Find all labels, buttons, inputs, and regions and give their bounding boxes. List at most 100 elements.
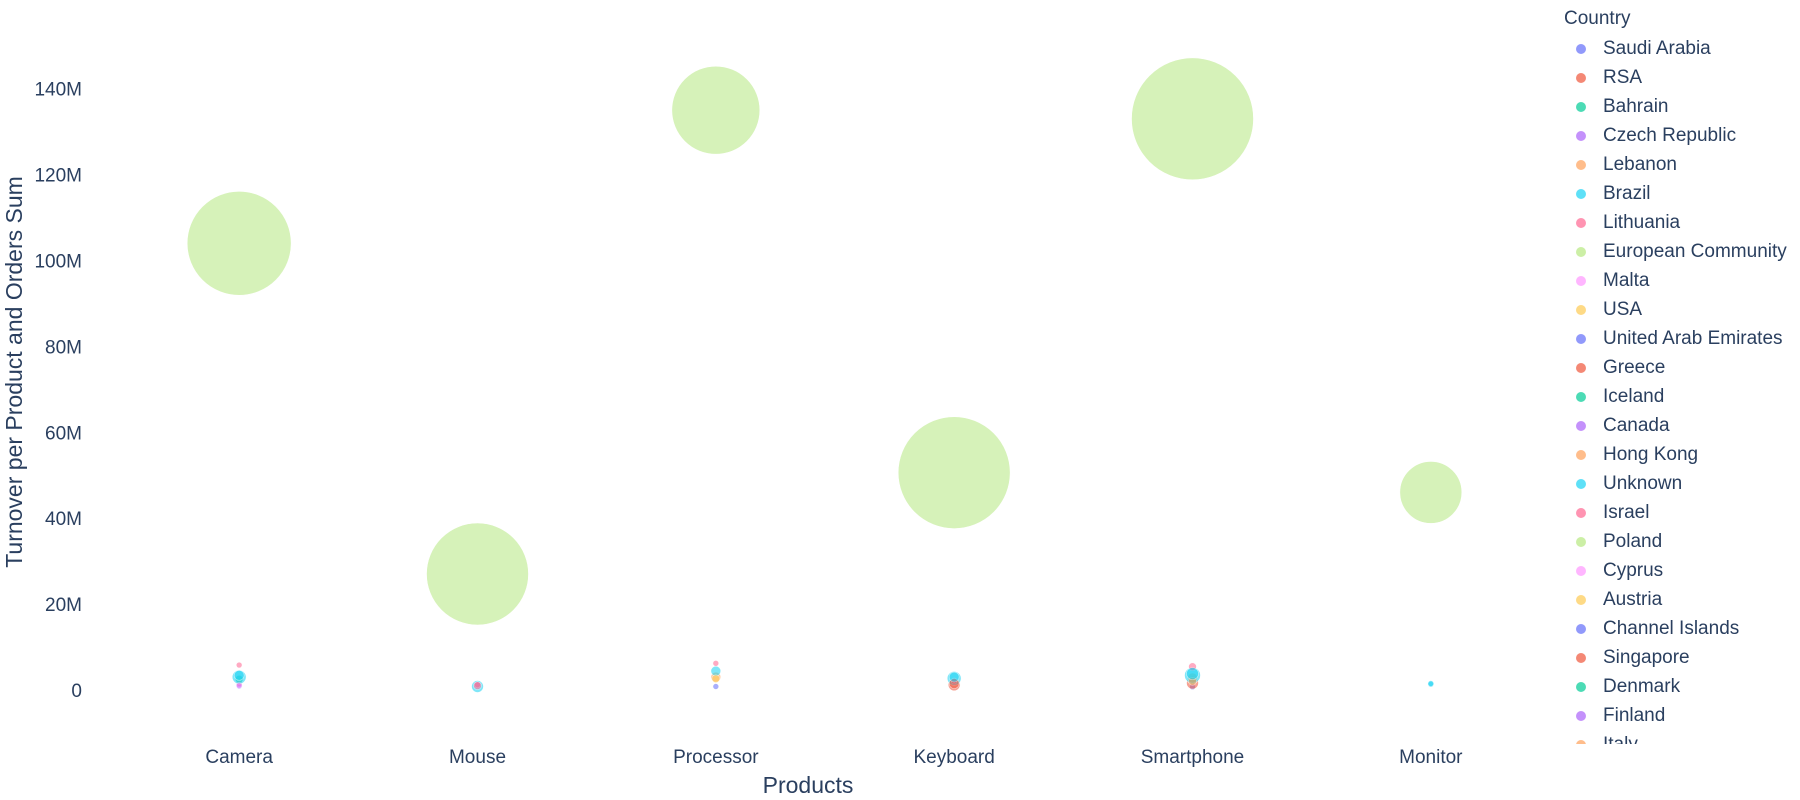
y-tick-label: 100M [34, 251, 82, 272]
legend-item[interactable]: Bahrain [1562, 92, 1800, 121]
legend-label: Israel [1603, 501, 1650, 523]
bubble-point[interactable] [426, 522, 529, 626]
x-tick-label: Keyboard [913, 747, 994, 768]
y-axis-ticks: 0 20M 40M 60M 80M 100M 120M 140M [34, 80, 82, 702]
legend-label: Cyprus [1603, 559, 1664, 581]
y-tick-label: 60M [45, 423, 82, 444]
legend-label: Saudi Arabia [1603, 37, 1711, 59]
legend-item[interactable]: USA [1562, 295, 1800, 324]
y-axis-title: Turnover per Product and Orders Sum [1, 176, 27, 568]
legend-label: Malta [1603, 269, 1650, 291]
legend-item[interactable]: Finland [1562, 701, 1800, 730]
bubble-point[interactable] [948, 671, 960, 683]
y-tick-label: 20M [45, 595, 82, 616]
legend-marker-icon [1576, 623, 1586, 634]
legend: Country Saudi Arabia RSA Bahrain Czech Repu… [1562, 4, 1800, 744]
legend-label: Poland [1603, 530, 1663, 552]
bubble-point[interactable] [1427, 680, 1435, 687]
legend-marker-icon [1576, 333, 1586, 344]
legend-label: Unknown [1603, 472, 1683, 494]
legend-item[interactable]: Israel [1562, 498, 1800, 527]
x-tick-label: Processor [673, 747, 759, 768]
legend-item[interactable]: Greece [1562, 353, 1800, 382]
legend-marker-icon [1576, 159, 1586, 170]
bubble-point[interactable] [1399, 461, 1463, 524]
legend-label: United Arab Emirates [1603, 327, 1783, 349]
legend-item[interactable]: Saudi Arabia [1562, 34, 1800, 63]
legend-marker-icon [1576, 420, 1586, 431]
legend-marker-icon [1576, 72, 1586, 83]
bubble-point[interactable] [897, 416, 1011, 529]
legend-label: Czech Republic [1603, 124, 1737, 146]
legend-item[interactable]: Hong Kong [1562, 440, 1800, 469]
legend-item[interactable]: Italy [1562, 730, 1800, 744]
legend-item[interactable]: Denmark [1562, 672, 1800, 701]
bubble-point[interactable] [712, 683, 720, 690]
legend-label: Denmark [1603, 675, 1681, 697]
legend-item[interactable]: Cyprus [1562, 556, 1800, 585]
legend-label: Greece [1603, 356, 1666, 378]
bubble-point[interactable] [712, 660, 720, 667]
legend-item[interactable]: RSA [1562, 63, 1800, 92]
bubble-point[interactable] [235, 682, 243, 689]
legend-label: Channel Islands [1603, 617, 1740, 639]
legend-marker-icon [1576, 449, 1586, 460]
x-tick-label: Camera [205, 747, 273, 768]
legend-item[interactable]: Unknown [1562, 469, 1800, 498]
legend-marker-icon [1576, 507, 1586, 518]
legend-item[interactable]: Canada [1562, 411, 1800, 440]
legend-label: Italy [1603, 733, 1638, 745]
legend-item[interactable]: Poland [1562, 527, 1800, 556]
legend-marker-icon [1576, 246, 1586, 257]
legend-marker-icon [1576, 710, 1586, 721]
legend-marker-icon [1576, 43, 1586, 54]
legend-title: Country [1564, 8, 1631, 29]
legend-item[interactable]: United Arab Emirates [1562, 324, 1800, 353]
legend-marker-icon [1576, 188, 1586, 199]
bubble-point[interactable] [233, 670, 245, 681]
legend-label: Iceland [1603, 385, 1665, 407]
bubble-point[interactable] [235, 661, 243, 669]
x-axis-title: Products [763, 772, 854, 798]
bubble-point[interactable] [671, 65, 761, 155]
legend-marker-icon [1576, 681, 1586, 692]
bubble-point[interactable] [1131, 57, 1254, 181]
bubble-point[interactable] [711, 674, 721, 684]
legend-item[interactable]: European Community [1562, 237, 1800, 266]
legend-label: Hong Kong [1603, 443, 1699, 465]
legend-marker-icon [1576, 101, 1586, 112]
legend-item[interactable]: Brazil [1562, 179, 1800, 208]
legend-label: RSA [1603, 66, 1643, 88]
legend-item[interactable]: Channel Islands [1562, 614, 1800, 643]
legend-marker-icon [1576, 536, 1586, 547]
legend-label: Lithuania [1603, 211, 1681, 233]
x-tick-label: Monitor [1399, 747, 1463, 768]
legend-item[interactable]: Austria [1562, 585, 1800, 614]
legend-label: Finland [1603, 704, 1666, 726]
legend-label: Brazil [1603, 182, 1651, 204]
bubble-chart: 0 20M 40M 60M 80M 100M 120M 140M Camera Mouse Pro… [1, 57, 1463, 798]
legend-marker-icon [1576, 391, 1586, 402]
legend-marker-icon [1576, 130, 1586, 141]
legend-label: Bahrain [1603, 95, 1669, 117]
legend-item[interactable]: Lithuania [1562, 208, 1800, 237]
legend-marker-icon [1576, 217, 1586, 228]
legend-item[interactable]: Lebanon [1562, 150, 1800, 179]
legend-item[interactable]: Malta [1562, 266, 1800, 295]
y-tick-label: 120M [34, 166, 82, 187]
legend-item[interactable]: Singapore [1562, 643, 1800, 672]
legend-items: Saudi Arabia RSA Bahrain Czech Republic Leba… [1562, 34, 1800, 744]
legend-label: Singapore [1603, 646, 1690, 668]
legend-marker-icon [1576, 565, 1586, 576]
y-tick-label: 80M [45, 337, 82, 358]
legend-label: Austria [1603, 588, 1663, 610]
bubble-point[interactable] [473, 681, 482, 690]
legend-marker-icon [1576, 275, 1586, 286]
legend-item[interactable]: Czech Republic [1562, 121, 1800, 150]
bubble-point[interactable] [186, 191, 292, 296]
bubble-point[interactable] [1186, 667, 1199, 680]
plot-area [186, 57, 1463, 693]
legend-item[interactable]: Iceland [1562, 382, 1800, 411]
legend-label: Canada [1603, 414, 1670, 436]
legend-marker-icon [1576, 739, 1586, 744]
